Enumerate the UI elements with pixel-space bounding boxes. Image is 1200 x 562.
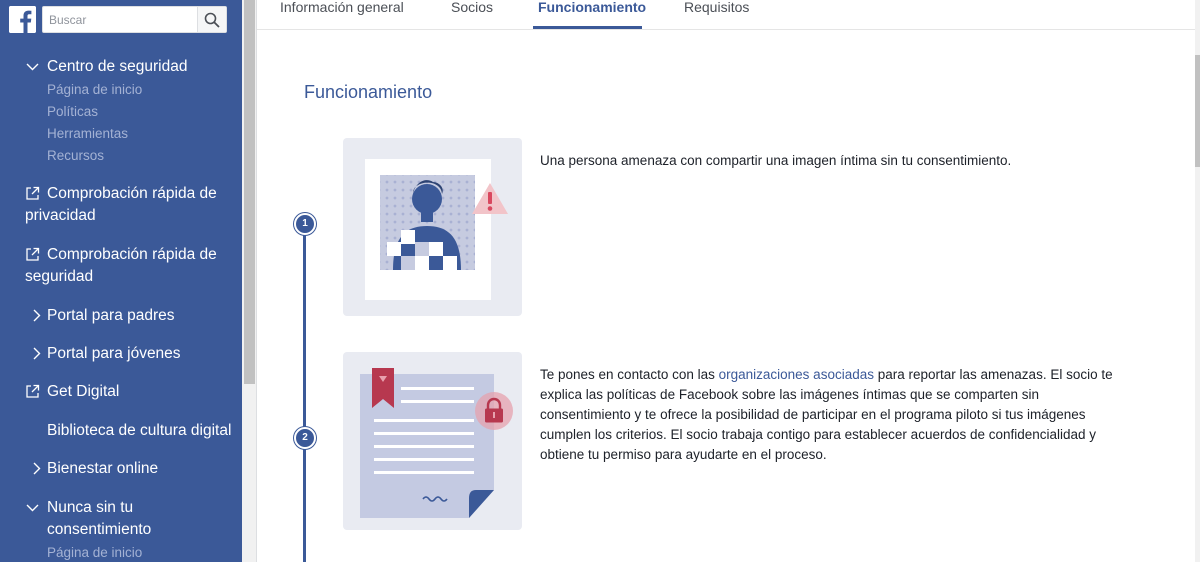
- sidebar-item-label: Biblioteca de cultura digital: [47, 422, 232, 439]
- sidebar-item-security-checkup[interactable]: Comprobación rápida de seguridad: [0, 244, 242, 288]
- step-number-badge: 2: [294, 427, 316, 449]
- sidebar-item-wellbeing[interactable]: Bienestar online: [0, 458, 242, 480]
- active-tab-indicator: [533, 26, 642, 29]
- facebook-logo-icon[interactable]: [9, 6, 36, 33]
- chevron-right-icon: [33, 347, 41, 360]
- step-2-text: Te pones en contacto con las organizacio…: [540, 365, 1130, 465]
- external-link-icon: [26, 186, 40, 200]
- sidebar-subitem-home[interactable]: Página de inicio: [47, 544, 142, 562]
- warning-icon: [472, 183, 508, 214]
- external-link-icon: [26, 247, 40, 261]
- search-icon: [204, 12, 220, 28]
- sidebar-item-get-digital[interactable]: Get Digital: [0, 381, 242, 403]
- tab-requirements[interactable]: Requisitos: [684, 0, 749, 30]
- step-1-illustration: [343, 138, 522, 316]
- step-2-text-start: Te pones en contacto con las: [540, 367, 719, 382]
- timeline-line: [303, 224, 306, 562]
- step-2-illustration: [343, 352, 522, 530]
- sidebar-item-youth-portal[interactable]: Portal para jóvenes: [0, 343, 242, 365]
- tab-bar: Información general Socios Funcionamient…: [257, 0, 1195, 30]
- sidebar-scrollbar-thumb[interactable]: [244, 0, 255, 384]
- sidebar: Centro de seguridad Página de inicio Pol…: [0, 0, 242, 562]
- external-link-icon: [26, 384, 40, 398]
- step-1-text: Una persona amenaza con compartir una im…: [540, 153, 1012, 168]
- search-button[interactable]: [197, 7, 226, 32]
- sidebar-subitem-resources[interactable]: Recursos: [47, 147, 104, 165]
- tab-partners[interactable]: Socios: [451, 0, 493, 30]
- chevron-right-icon: [33, 462, 41, 475]
- chevron-down-icon: [26, 504, 39, 512]
- chevron-down-icon: [26, 63, 39, 71]
- main-scrollbar-thumb[interactable]: [1195, 55, 1200, 167]
- search-input[interactable]: [43, 7, 198, 32]
- sidebar-subitem-home[interactable]: Página de inicio: [47, 81, 142, 99]
- sidebar-item-not-without-consent[interactable]: Nunca sin tu consentimiento: [0, 497, 200, 541]
- sidebar-subitem-policies[interactable]: Políticas: [47, 103, 98, 121]
- page-title: Funcionamiento: [304, 82, 433, 102]
- sidebar-item-privacy-checkup[interactable]: Comprobación rápida de privacidad: [0, 183, 242, 227]
- tab-overview[interactable]: Información general: [280, 0, 404, 30]
- sidebar-item-safety-center[interactable]: Centro de seguridad: [0, 56, 242, 78]
- sidebar-item-digital-library[interactable]: Biblioteca de cultura digital: [0, 420, 242, 442]
- sidebar-item-parents-portal[interactable]: Portal para padres: [0, 305, 242, 327]
- chevron-right-icon: [33, 309, 41, 322]
- step-number-badge: 1: [294, 213, 316, 235]
- sidebar-subitem-tools[interactable]: Herramientas: [47, 125, 128, 143]
- search-box: [42, 6, 227, 33]
- lock-icon: [475, 392, 513, 430]
- partner-organizations-link[interactable]: organizaciones asociadas: [719, 367, 874, 382]
